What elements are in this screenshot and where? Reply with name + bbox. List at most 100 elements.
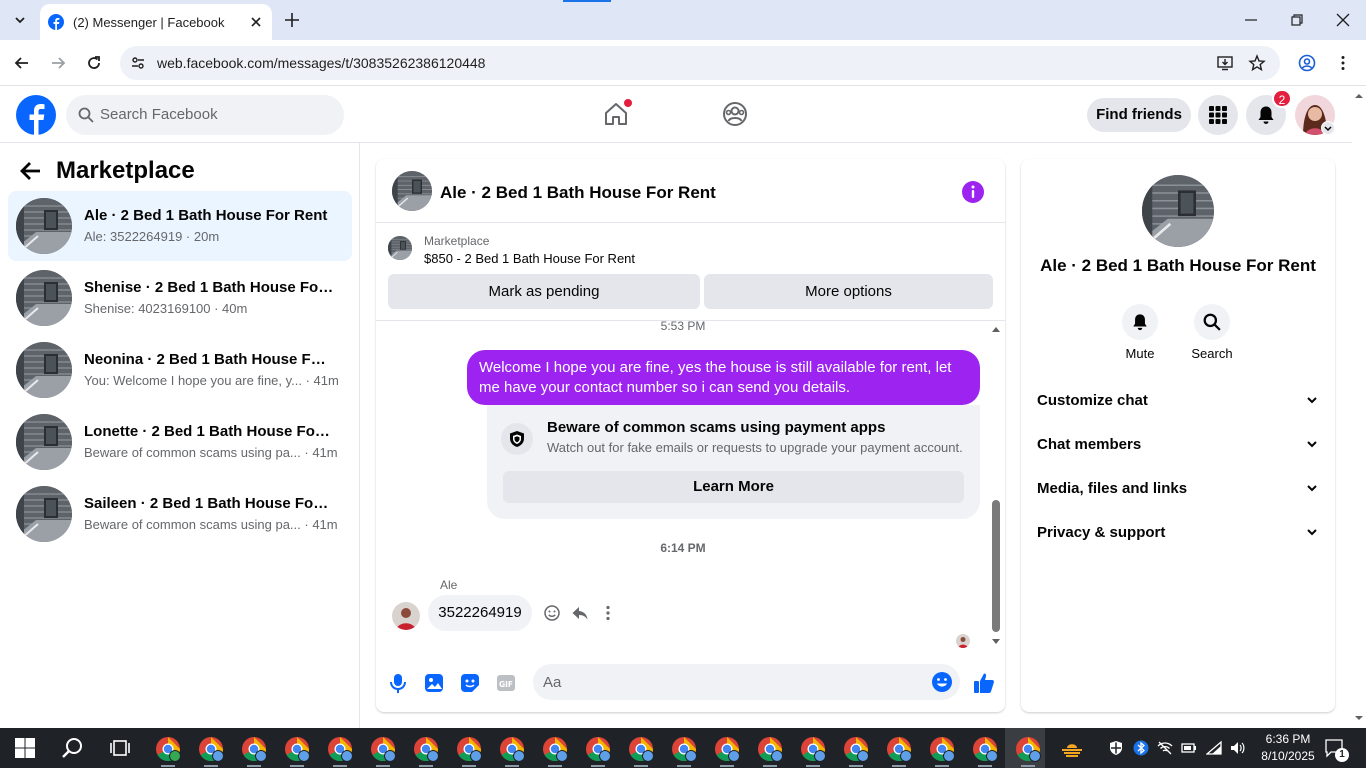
conversation-item[interactable]: Saileen · 2 Bed 1 Bath House For R... Bew… (8, 479, 352, 549)
chrome-taskbar-icon[interactable] (714, 736, 740, 762)
more-actions-icon[interactable] (599, 604, 617, 622)
weather-icon[interactable] (1060, 736, 1084, 760)
info-section-row[interactable]: Privacy & support (1037, 510, 1319, 554)
photo-icon[interactable] (423, 672, 445, 694)
scroll-thumb[interactable] (992, 500, 1000, 632)
account-chevron[interactable] (1321, 121, 1335, 135)
listing-thumbnail[interactable] (388, 236, 412, 260)
contact-thumbnail[interactable] (1142, 175, 1214, 247)
mute-button[interactable]: Mute (1110, 304, 1170, 361)
network-off-icon[interactable] (1157, 740, 1173, 756)
conversation-item[interactable]: Neonina · 2 Bed 1 Bath House For ... You:… (8, 335, 352, 405)
reply-icon[interactable] (571, 604, 589, 622)
react-emoji-icon[interactable] (543, 604, 561, 622)
new-tab-icon[interactable] (282, 10, 302, 30)
system-clock[interactable]: 6:36 PM 8/10/2025 (1256, 731, 1320, 765)
conversation-item[interactable]: Shenise · 2 Bed 1 Bath House For R... She… (8, 263, 352, 333)
chrome-taskbar-icon[interactable] (1015, 736, 1041, 762)
conversation-name: Shenise · 2 Bed 1 Bath House For R... (84, 279, 334, 296)
chrome-taskbar-icon[interactable] (198, 736, 224, 762)
page-scrollbar[interactable] (1352, 87, 1366, 728)
reload-icon[interactable] (85, 54, 103, 72)
outgoing-message[interactable]: Welcome I hope you are fine, yes the hou… (467, 350, 980, 405)
search-in-chat-button[interactable]: Search (1182, 304, 1242, 361)
chrome-taskbar-icon[interactable] (972, 736, 998, 762)
windows-start-icon[interactable] (13, 736, 37, 760)
chrome-taskbar-icon[interactable] (929, 736, 955, 762)
running-indicator (204, 765, 218, 767)
profile-icon[interactable] (1298, 54, 1316, 72)
conversation-item[interactable]: Ale · 2 Bed 1 Bath House For Rent Ale: 35… (8, 191, 352, 261)
chrome-taskbar-icon[interactable] (456, 736, 482, 762)
wifi-icon[interactable] (1206, 740, 1222, 756)
search-icon[interactable] (60, 736, 84, 760)
chrome-taskbar-icon[interactable] (542, 736, 568, 762)
back-icon[interactable] (13, 54, 31, 72)
volume-icon[interactable] (1229, 740, 1245, 756)
incoming-message[interactable]: 3522264919 (428, 595, 532, 631)
scroll-up-icon[interactable] (1352, 89, 1366, 103)
scroll-up-icon[interactable] (990, 324, 1002, 334)
microphone-icon[interactable] (387, 672, 409, 694)
chrome-taskbar-icon[interactable] (843, 736, 869, 762)
mark-as-pending-button[interactable]: Mark as pending (388, 274, 700, 309)
find-friends-button[interactable]: Find friends (1087, 98, 1191, 132)
sender-avatar[interactable] (392, 602, 420, 630)
chrome-taskbar-icon[interactable] (155, 736, 181, 762)
back-arrow-icon[interactable] (20, 160, 42, 182)
omnibox[interactable]: web.facebook.com/messages/t/308352623861… (120, 46, 1280, 80)
chrome-taskbar-icon[interactable] (757, 736, 783, 762)
chrome-taskbar-icon[interactable] (284, 736, 310, 762)
menu-button[interactable] (1198, 95, 1238, 135)
battery-icon[interactable] (1181, 740, 1197, 756)
browser-tab[interactable]: (2) Messenger | Facebook (40, 4, 272, 40)
chat-title[interactable]: Ale · 2 Bed 1 Bath House For Rent (440, 183, 716, 203)
task-view-icon[interactable] (108, 736, 132, 760)
conversation-item[interactable]: Lonette · 2 Bed 1 Bath House For R... Bew… (8, 407, 352, 477)
chrome-taskbar-icon[interactable] (886, 736, 912, 762)
minimize-icon[interactable] (1243, 12, 1259, 28)
chat-scrollbar[interactable] (990, 324, 1002, 649)
tab-search-button[interactable] (8, 8, 32, 32)
chrome-taskbar-icon[interactable] (241, 736, 267, 762)
chrome-taskbar-icon[interactable] (585, 736, 611, 762)
chrome-taskbar-icon[interactable] (499, 736, 525, 762)
facebook-search[interactable]: Search Facebook (66, 95, 344, 135)
message-input[interactable]: Aa (533, 664, 960, 700)
browser-menu-icon[interactable] (1334, 54, 1352, 72)
close-window-icon[interactable] (1335, 12, 1351, 28)
chrome-taskbar-icon[interactable] (413, 736, 439, 762)
info-section-label: Media, files and links (1037, 479, 1188, 497)
bookmark-star-icon[interactable] (1248, 54, 1266, 72)
sticker-icon[interactable] (459, 672, 481, 694)
site-info-icon[interactable] (130, 55, 146, 71)
chat-header-thumbnail[interactable] (392, 171, 432, 211)
chrome-taskbar-icon[interactable] (800, 736, 826, 762)
chrome-taskbar-icon[interactable] (671, 736, 697, 762)
running-indicator (763, 765, 777, 767)
gif-icon[interactable]: GIF (495, 672, 517, 694)
groups-icon[interactable] (721, 100, 749, 128)
forward-icon[interactable] (49, 54, 67, 72)
bluetooth-icon[interactable] (1133, 740, 1149, 756)
scroll-down-icon[interactable] (1352, 711, 1366, 725)
close-tab-icon[interactable] (248, 14, 264, 30)
bell-icon (1258, 106, 1274, 124)
restore-icon[interactable] (1289, 12, 1305, 28)
info-section-row[interactable]: Chat members (1037, 422, 1319, 466)
info-icon[interactable] (962, 181, 984, 203)
chrome-taskbar-icon[interactable] (628, 736, 654, 762)
chrome-taskbar-icon[interactable] (327, 736, 353, 762)
info-section-row[interactable]: Customize chat (1037, 378, 1319, 422)
learn-more-button[interactable]: Learn More (503, 471, 964, 503)
more-options-button[interactable]: More options (704, 274, 993, 309)
emoji-icon[interactable] (931, 671, 953, 693)
install-app-icon[interactable] (1216, 54, 1234, 72)
scroll-down-icon[interactable] (990, 637, 1002, 647)
info-section-row[interactable]: Media, files and links (1037, 466, 1319, 510)
thumbs-up-icon[interactable] (972, 671, 996, 695)
facebook-logo-icon[interactable] (16, 95, 56, 135)
listing-title[interactable]: $850 - 2 Bed 1 Bath House For Rent (424, 251, 635, 266)
chrome-taskbar-icon[interactable] (370, 736, 396, 762)
security-shield-icon[interactable] (1108, 740, 1124, 756)
